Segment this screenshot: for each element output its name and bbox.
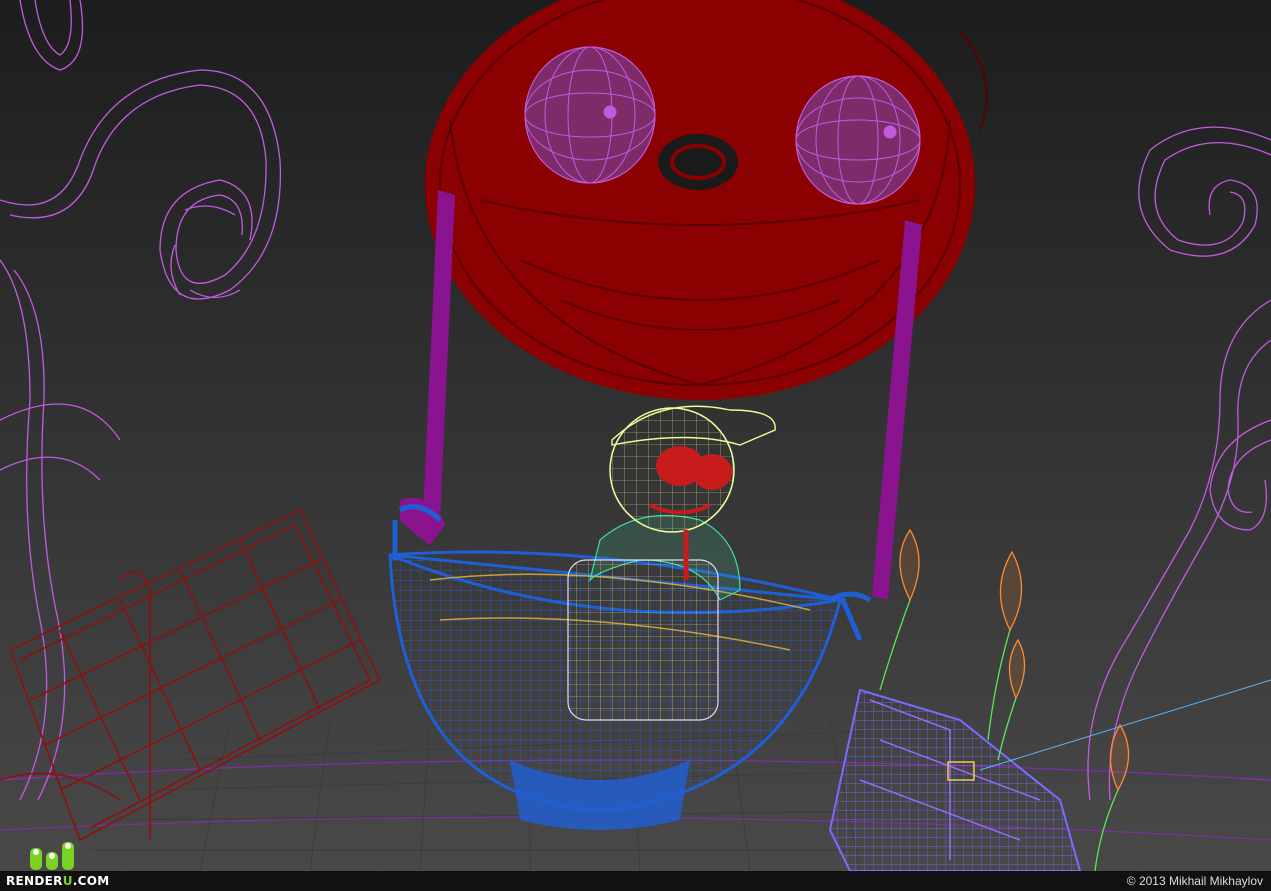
balloon-eye-right bbox=[795, 75, 921, 205]
copyright-credit: © 2013 Mikhail Mikhaylov bbox=[1126, 874, 1263, 888]
watermark-footer: RENDERU.COM © 2013 Mikhail Mikhaylov bbox=[0, 871, 1271, 891]
renderu-brand: RENDERU.COM bbox=[6, 871, 109, 891]
brand-prefix: RENDER bbox=[6, 874, 63, 888]
brand-accent: U bbox=[62, 874, 73, 888]
brand-suffix: .COM bbox=[72, 874, 110, 888]
balloon-eye-left bbox=[524, 46, 656, 184]
wireframe-viewport bbox=[0, 0, 1271, 891]
